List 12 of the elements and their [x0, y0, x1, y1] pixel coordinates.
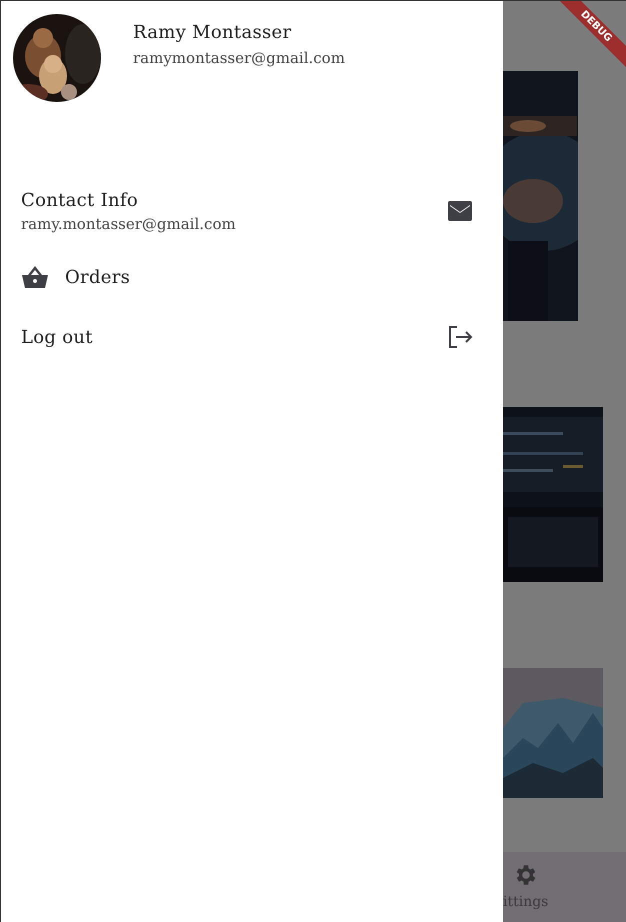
user-email: ramymontasser@gmail.com	[133, 48, 345, 66]
logout-icon	[447, 325, 473, 349]
contact-item[interactable]: Contact Info ramy.montasser@gmail.com	[1, 175, 503, 247]
item-label: Log out	[21, 326, 94, 348]
item-label: Contact Info	[21, 190, 140, 210]
mail-icon	[447, 200, 473, 222]
item-label: Orders	[65, 266, 132, 288]
contact-email: ramy.montasser@gmail.com	[21, 214, 237, 232]
logout-item[interactable]: Log out	[1, 307, 503, 367]
orders-item[interactable]: Orders	[1, 247, 503, 307]
basket-icon	[21, 265, 49, 289]
user-name: Ramy Montasser	[133, 22, 292, 42]
